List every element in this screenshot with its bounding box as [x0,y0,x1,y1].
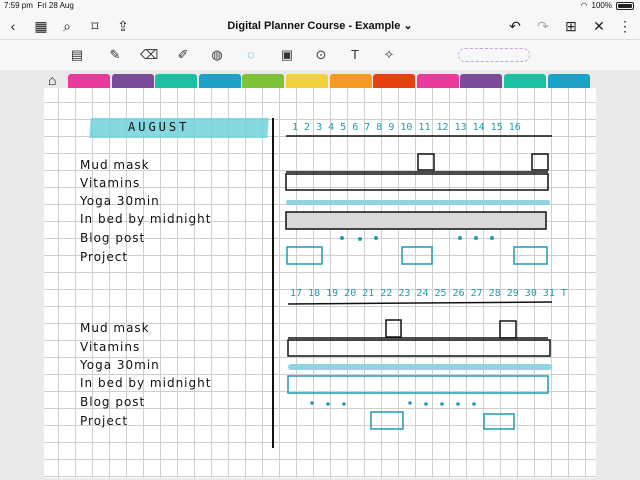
blog-dot [310,401,314,405]
yoga-bar [286,200,550,205]
lasso-icon[interactable]: ◌ [242,46,260,64]
section-tab[interactable] [111,74,154,88]
section-tab[interactable] [504,74,546,88]
blog-dot [458,236,462,240]
days-underline [287,301,553,305]
section-tab[interactable] [242,74,285,88]
blog-dot [374,236,378,240]
close-tools-icon[interactable]: ✕ [590,17,608,35]
blog-dot [424,402,428,406]
home-icon[interactable]: ⌂ [48,72,64,88]
blog-dot [472,402,476,406]
redo-icon[interactable]: ↷ [534,17,552,35]
planner-page: AUGUST 1 2 3 4 5 6 7 8 9 10 11 12 13 14 … [44,88,596,478]
tracker-drawings [285,135,553,430]
text-icon[interactable]: T [346,46,364,64]
status-bar: 7:59 pm Fri 28 Aug ◠ 100% [0,0,640,12]
project-box [483,413,515,430]
section-tab[interactable] [198,74,241,88]
reader-mode-icon[interactable]: ▤ [68,46,86,64]
section-tab[interactable] [373,74,416,88]
yoga-bar [288,364,552,370]
section-tab[interactable] [416,74,459,88]
blog-dot [340,236,344,240]
blog-dot [456,402,460,406]
battery-icon [616,1,634,10]
status-right: ◠ 100% [581,1,634,10]
vitamins-bar [285,173,549,191]
undo-icon[interactable]: ↶ [506,17,524,35]
project-box [370,411,404,430]
blog-dot [358,237,362,241]
bed-bar [287,375,549,394]
battery-percent: 100% [591,1,612,10]
pen-icon[interactable]: ✎ [106,46,124,64]
section-tab[interactable] [460,74,503,88]
more-icon[interactable]: ⋮ [616,17,634,35]
bed-bar [285,211,547,230]
blog-dot [408,401,412,405]
blog-dot [326,402,330,406]
highlighter-icon[interactable]: ✐ [174,46,192,64]
mudmask-box [385,319,402,338]
section-tab[interactable] [329,74,372,88]
section-tab[interactable] [547,74,590,88]
eraser-icon[interactable]: ⌫ [140,46,158,64]
wifi-icon: ◠ [580,1,588,10]
image-icon[interactable]: ▣ [278,46,296,64]
project-box [513,246,548,265]
tool-color-pill[interactable] [458,48,530,62]
mudmask-box [417,153,435,171]
add-page-icon[interactable]: ⊞ [562,17,580,35]
mudmask-box [531,153,549,171]
navigation-bar: ‹ ▦ ⌕ ⌑ ⇪ Digital Planner Course - Examp… [0,12,640,40]
project-box [286,246,323,265]
blog-dot [490,236,494,240]
mudmask-box [499,320,517,339]
blog-dot [474,236,478,240]
section-tab[interactable] [68,74,110,88]
blog-dot [440,402,444,406]
vitamins-bar [287,339,551,357]
camera-icon[interactable]: ⊙ [312,46,330,64]
section-tab[interactable] [286,74,328,88]
tool-bar: ▤ ✎ ⌫ ✐ ◍ ◌ ▣ ⊙ T ✧ [0,40,640,70]
section-tab[interactable] [155,74,198,88]
laser-pointer-icon[interactable]: ✧ [380,46,398,64]
blog-dot [342,402,346,406]
shapes-icon[interactable]: ◍ [208,46,226,64]
status-time-date: 7:59 pm Fri 28 Aug [4,1,74,10]
project-box [401,246,433,265]
